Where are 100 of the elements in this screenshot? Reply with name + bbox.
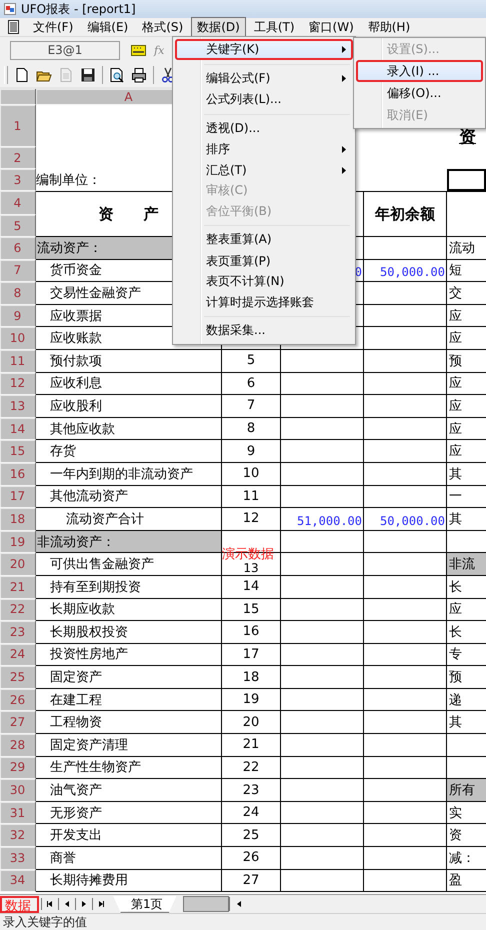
row-header[interactable]: 32 <box>0 824 36 848</box>
row-header[interactable]: 30 <box>0 779 36 802</box>
row-header[interactable]: 27 <box>0 711 36 734</box>
row-header[interactable]: 15 <box>0 440 36 463</box>
row-header[interactable]: 18 <box>0 508 36 531</box>
row-header[interactable]: 13 <box>0 395 36 418</box>
menu-item[interactable]: 帮助(H) <box>362 16 416 38</box>
table-cell: 生产性生物资产 <box>36 756 222 780</box>
table-cell: 应 <box>447 418 486 440</box>
menu-item[interactable]: 文件(F) <box>27 16 80 38</box>
save-icon[interactable] <box>80 67 96 83</box>
row-header[interactable]: 14 <box>0 418 36 440</box>
document-icon[interactable] <box>8 20 19 34</box>
row-header[interactable]: 28 <box>0 734 36 757</box>
row-header[interactable]: 7 <box>0 260 36 282</box>
column-heading: 年初余额 <box>364 191 447 237</box>
table-cell: 应收利息 <box>36 372 222 396</box>
table-cell: 工程物资 <box>36 711 222 734</box>
table-cell: 持有至到期投资 <box>36 576 222 598</box>
menu-item[interactable]: 窗口(W) <box>302 16 360 38</box>
row-header[interactable]: 25 <box>0 666 36 689</box>
row-header[interactable]: 11 <box>0 350 36 373</box>
row-header[interactable]: 34 <box>0 870 36 892</box>
unit-label: 编制单位： <box>36 172 101 190</box>
print-preview-icon[interactable] <box>109 67 125 83</box>
row-header[interactable]: 6 <box>0 237 36 260</box>
window-title: UFO报表 - [report1] <box>21 0 136 18</box>
table-cell: 油气资产 <box>36 779 222 802</box>
menu-item[interactable]: 汇总(T) <box>175 160 353 180</box>
menu-item[interactable]: 格式(S) <box>136 16 190 38</box>
table-cell: 16 <box>222 621 281 644</box>
function-button[interactable]: fx <box>154 44 164 56</box>
row-header[interactable]: 20 <box>0 553 36 576</box>
table-cell: 流动 <box>447 237 486 260</box>
row-header[interactable]: 29 <box>0 756 36 780</box>
row-header[interactable]: 5 <box>0 215 36 237</box>
menu-item[interactable]: 数据(D) <box>191 16 246 38</box>
table-cell: 长期股权投资 <box>36 621 222 644</box>
row-header[interactable]: 12 <box>0 372 36 396</box>
row-header[interactable]: 24 <box>0 644 36 666</box>
table-cell: 一年内到期的非流动资产 <box>36 462 222 486</box>
new-document-icon[interactable] <box>14 67 30 83</box>
table-cell: 11 <box>222 486 281 508</box>
table-cell: 递 <box>447 688 486 712</box>
table-cell: 21 <box>222 734 281 757</box>
row-header[interactable]: 33 <box>0 847 36 870</box>
row-header[interactable]: 9 <box>0 304 36 328</box>
row-header[interactable]: 19 <box>0 530 36 554</box>
keyboard-icon[interactable] <box>131 44 146 56</box>
table-cell: 22 <box>222 756 281 780</box>
table-cell: 其 <box>447 508 486 531</box>
printer-icon[interactable] <box>131 67 147 83</box>
table-cell: 15 <box>222 598 281 622</box>
scroll-thumb[interactable] <box>182 896 229 912</box>
row-header[interactable]: 1 <box>0 105 36 147</box>
report-title: 资 <box>459 128 476 146</box>
row-header[interactable]: 23 <box>0 621 36 644</box>
menu-item[interactable]: 工具(T) <box>248 16 301 38</box>
menu-item[interactable]: 录入(I) ... <box>356 60 483 82</box>
table-cell-text: 13 <box>242 562 260 575</box>
table-cell: 交 <box>447 282 486 305</box>
cell-reference-field[interactable]: E3@1 <box>10 40 120 60</box>
row-header[interactable]: 8 <box>0 282 36 305</box>
row-header[interactable]: 16 <box>0 462 36 486</box>
selected-cell[interactable] <box>447 169 486 191</box>
menu-item: 设置(S)... <box>386 41 440 58</box>
row-header[interactable]: 26 <box>0 688 36 712</box>
row-header[interactable]: 21 <box>0 576 36 598</box>
table-cell: 所有 <box>447 779 486 802</box>
menu-item[interactable]: 关键字(K) <box>175 39 353 60</box>
table-cell: 25 <box>222 824 281 848</box>
row-header[interactable]: 22 <box>0 598 36 622</box>
table-cell: 50,000.00 <box>364 508 447 531</box>
menu-item: 取消(E) <box>386 107 429 124</box>
row-header[interactable]: 2 <box>0 147 36 169</box>
table-cell: 应 <box>447 598 486 622</box>
sheet-tab[interactable]: 第1页 <box>113 896 177 912</box>
table-cell: 盈 <box>447 870 486 892</box>
table-cell: 应 <box>447 304 486 328</box>
status-text: 录入关键字的值 <box>3 914 87 930</box>
table-cell: 其他应收款 <box>36 418 222 440</box>
row-header[interactable]: 3 <box>0 169 36 191</box>
row-header[interactable]: 4 <box>0 191 36 215</box>
table-cell: 50,000.00 <box>364 260 447 282</box>
table-cell: 12 <box>222 508 281 531</box>
table-cell: 20 <box>222 711 281 734</box>
table-cell: 26 <box>222 847 281 870</box>
row-header[interactable]: 10 <box>0 327 36 350</box>
menu-item[interactable]: 偏移(O)... <box>356 82 483 104</box>
table-cell: 开发支出 <box>36 824 222 848</box>
table-cell: 专 <box>447 644 486 666</box>
table-cell: 预 <box>447 350 486 373</box>
menu-item[interactable]: 排序 <box>175 139 353 160</box>
table-cell: 17 <box>222 644 281 666</box>
row-header[interactable]: 17 <box>0 486 36 508</box>
menu-item[interactable]: 编辑(E) <box>81 16 134 38</box>
table-cell: 在建工程 <box>36 688 222 712</box>
row-header[interactable]: 31 <box>0 802 36 824</box>
table-cell: 资 <box>447 824 486 848</box>
table-cell: 23 <box>222 779 281 802</box>
